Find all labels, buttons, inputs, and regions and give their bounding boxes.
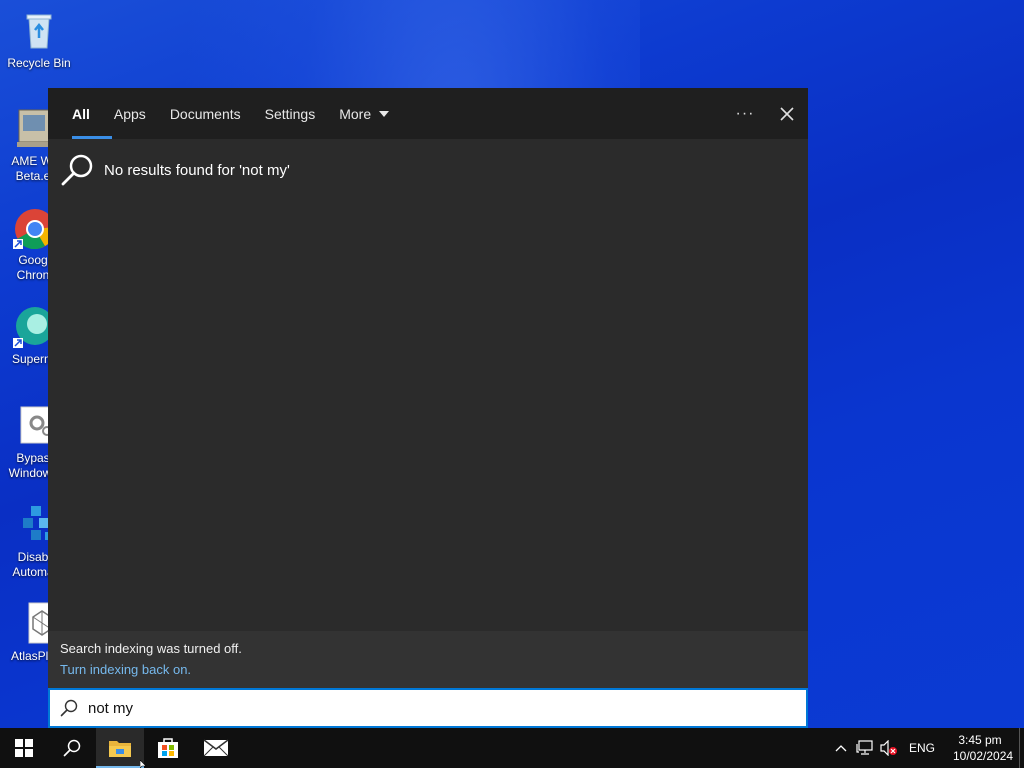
chevron-down-icon [379,110,390,117]
search-box[interactable] [48,688,808,728]
tab-label: All [72,105,90,122]
file-explorer-icon [109,741,131,757]
tab-settings[interactable]: Settings [253,88,328,139]
more-options-label: ··· [735,104,755,122]
clock-date: 10/02/2024 [953,749,1014,763]
search-input[interactable] [88,699,768,717]
microsoft-store-icon [158,738,178,758]
close-button[interactable] [766,88,808,139]
turn-indexing-on-link[interactable]: Turn indexing back on. [60,662,796,677]
tab-all[interactable]: All [60,88,112,139]
tab-label: Settings [264,105,316,122]
taskbar: ENG 3:45 pm 10/02/2024 [0,728,1024,768]
indexing-notice-text: Search indexing was turned off. [60,641,242,656]
taskbar-mail[interactable] [192,728,240,768]
search-nav-bar: All Apps Documents Settings More ··· [48,88,808,139]
mail-icon [203,739,229,757]
close-icon [780,106,794,121]
search-icon [60,699,78,717]
show-desktop-button[interactable] [1019,728,1024,768]
windows-start-icon [15,739,33,757]
network-button[interactable] [853,728,877,768]
tab-apps[interactable]: Apps [102,88,158,139]
no-results-message: No results found for 'not my' [104,161,290,179]
desktop-icon-label: Recycle Bin [7,56,71,70]
desktop-icon-recycle-bin[interactable]: Recycle Bin [0,8,78,71]
taskbar-search-button[interactable] [48,728,96,768]
tab-more[interactable]: More [327,88,401,139]
show-hidden-icons-button[interactable] [829,728,853,768]
start-button[interactable] [0,728,48,768]
taskbar-microsoft-store[interactable] [144,728,192,768]
tab-documents[interactable]: Documents [158,88,253,139]
recycle-bin-icon [17,8,61,52]
taskbar-file-explorer[interactable] [96,728,144,768]
volume-button[interactable] [877,728,901,768]
search-icon [63,739,81,757]
input-language-indicator[interactable]: ENG [901,741,945,755]
tab-label: Documents [169,105,241,122]
network-icon [856,740,873,755]
chevron-up-icon [835,745,847,752]
mouse-cursor-icon [140,760,147,768]
clock-time: 3:45 pm [958,733,1002,747]
no-results-row: No results found for 'not my' [48,139,808,187]
search-icon [61,154,93,186]
system-tray: ENG 3:45 pm 10/02/2024 [829,728,1024,768]
indexing-notice: Search indexing was turned off. Turn ind… [48,631,808,688]
search-panel: All Apps Documents Settings More ··· No … [48,88,808,728]
tab-label: Apps [113,105,146,122]
volume-muted-icon [880,740,897,756]
clock[interactable]: 3:45 pm 10/02/2024 [945,732,1015,764]
more-options-button[interactable]: ··· [724,88,766,139]
tab-label: More [339,105,372,122]
